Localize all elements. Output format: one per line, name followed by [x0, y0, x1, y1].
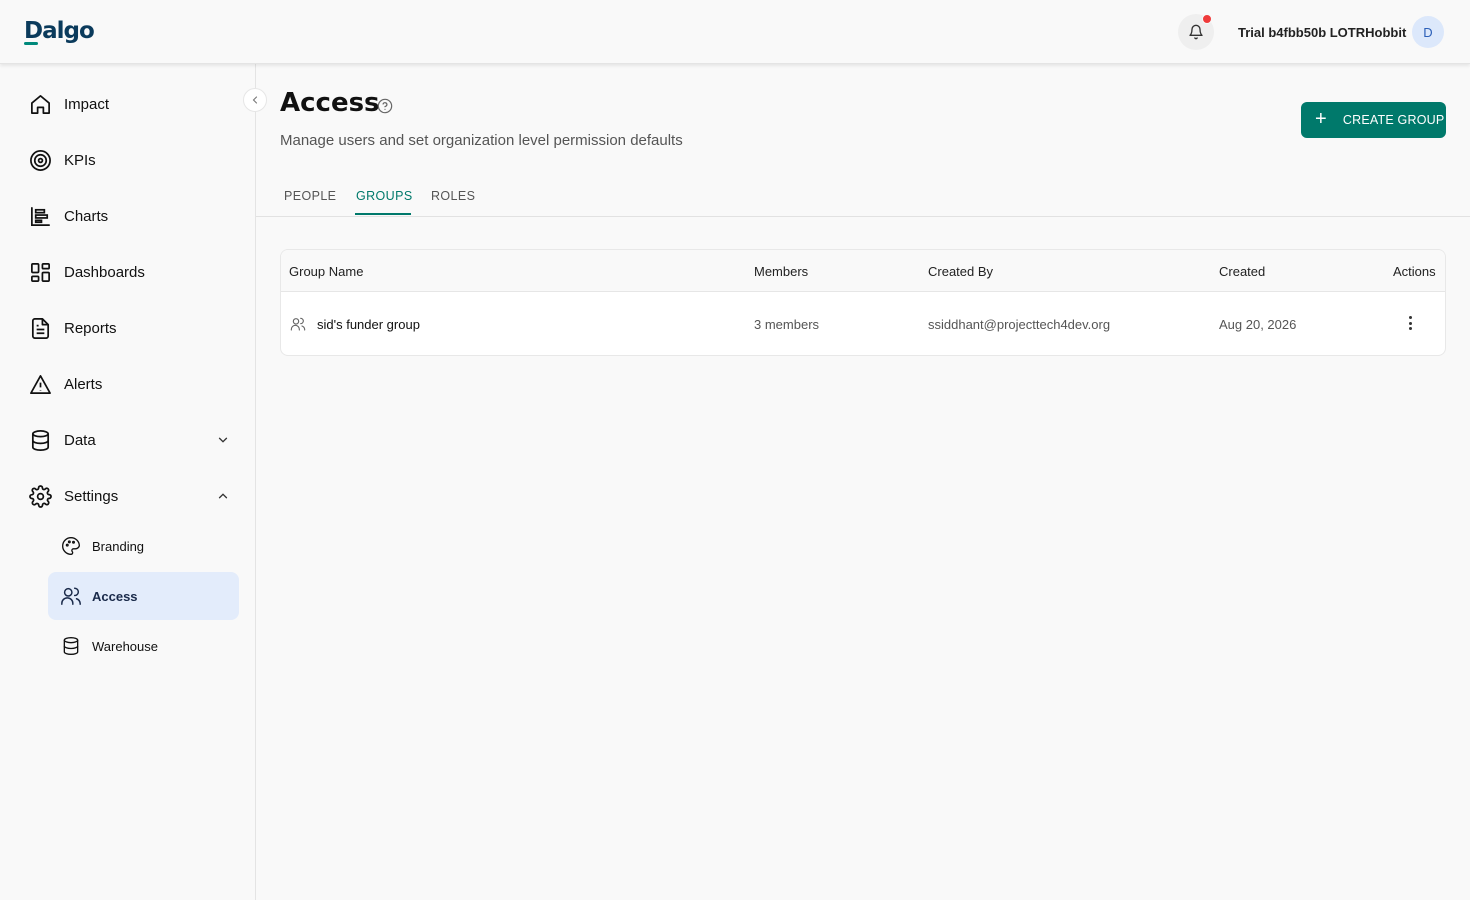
- create-group-label: CREATE GROUP: [1342, 113, 1445, 127]
- cell-members: 3 members: [754, 317, 820, 332]
- sidebar-item-warehouse[interactable]: Warehouse: [48, 622, 239, 670]
- sidebar-item-branding[interactable]: Branding: [48, 522, 239, 570]
- column-header-actions: Actions: [1393, 264, 1436, 279]
- help-icon[interactable]: [377, 98, 393, 114]
- column-header-created-by[interactable]: Created By: [928, 264, 993, 279]
- sidebar: Impact KPIs Charts Dashboards Reports Al…: [0, 64, 256, 900]
- tab-people[interactable]: PEOPLE: [284, 189, 336, 203]
- table-header: Group Name Members Created By Created Ac…: [281, 250, 1445, 292]
- column-header-members[interactable]: Members: [754, 264, 808, 279]
- column-header-group-name[interactable]: Group Name: [289, 264, 363, 279]
- tab-roles[interactable]: ROLES: [431, 189, 475, 203]
- notifications-button[interactable]: [1178, 14, 1214, 50]
- sidebar-item-data[interactable]: Data: [28, 420, 238, 460]
- home-icon: [28, 92, 52, 116]
- app-logo[interactable]: Dalgo: [24, 18, 95, 44]
- sidebar-item-label: Impact: [64, 95, 110, 113]
- chevron-down-icon[interactable]: [216, 433, 230, 447]
- cell-created-by: ssiddhant@projecttech4dev.org: [928, 317, 1111, 332]
- sidebar-item-label: Data: [64, 431, 96, 449]
- gear-icon: [28, 484, 52, 508]
- users-icon: [60, 585, 82, 607]
- page-title: Access: [280, 88, 380, 118]
- palette-icon: [60, 535, 82, 557]
- sidebar-item-dashboards[interactable]: Dashboards: [28, 252, 238, 292]
- column-header-created[interactable]: Created: [1219, 264, 1265, 279]
- database-icon: [60, 635, 82, 657]
- cell-group-name[interactable]: sid's funder group: [317, 317, 420, 332]
- sidebar-item-label: Reports: [64, 319, 117, 337]
- sidebar-item-label: Charts: [64, 207, 109, 225]
- page-subtitle: Manage users and set organization level …: [280, 132, 683, 149]
- sidebar-item-alerts[interactable]: Alerts: [28, 364, 238, 404]
- sidebar-item-label: Branding: [92, 538, 145, 554]
- cell-created: Aug 20, 2026: [1219, 317, 1297, 332]
- sidebar-item-label: Alerts: [64, 375, 103, 393]
- chart-icon: [28, 204, 52, 228]
- sidebar-item-label: KPIs: [64, 151, 96, 169]
- notification-badge: [1202, 14, 1212, 24]
- plus-icon: +: [1315, 108, 1327, 130]
- sidebar-collapse-button[interactable]: [243, 88, 267, 112]
- groups-table: Group Name Members Created By Created Ac…: [280, 249, 1446, 356]
- row-actions-menu-icon[interactable]: [1403, 313, 1417, 333]
- sidebar-item-label: Warehouse: [92, 638, 158, 654]
- tab-bar: PEOPLE GROUPS ROLES: [256, 176, 1470, 217]
- report-icon: [28, 316, 52, 340]
- sidebar-item-label: Settings: [64, 487, 119, 505]
- alert-icon: [28, 372, 52, 396]
- database-icon: [28, 428, 52, 452]
- users-icon: [290, 317, 306, 331]
- sidebar-item-settings[interactable]: Settings: [28, 476, 238, 516]
- sidebar-item-kpis[interactable]: KPIs: [28, 140, 238, 180]
- chevron-left-icon: [252, 96, 258, 104]
- sidebar-item-reports[interactable]: Reports: [28, 308, 238, 348]
- sidebar-item-charts[interactable]: Charts: [28, 196, 238, 236]
- sidebar-item-label: Dashboards: [64, 263, 145, 281]
- dashboard-icon: [28, 260, 52, 284]
- top-bar: Dalgo Trial b4fbb50b LOTRHobbit D: [0, 0, 1470, 64]
- sidebar-item-label: Access: [92, 588, 138, 604]
- chevron-up-icon[interactable]: [216, 489, 230, 503]
- target-icon: [28, 148, 52, 172]
- tab-groups[interactable]: GROUPS: [356, 189, 413, 203]
- sidebar-item-impact[interactable]: Impact: [28, 84, 238, 124]
- org-name[interactable]: Trial b4fbb50b LOTRHobbit: [1238, 25, 1406, 40]
- active-tab-indicator: [355, 213, 411, 215]
- avatar[interactable]: D: [1412, 16, 1444, 48]
- logo-accent: [24, 42, 38, 45]
- create-group-button[interactable]: + CREATE GROUP: [1301, 102, 1446, 138]
- sidebar-item-access[interactable]: Access: [48, 572, 239, 620]
- bell-icon: [1189, 24, 1203, 40]
